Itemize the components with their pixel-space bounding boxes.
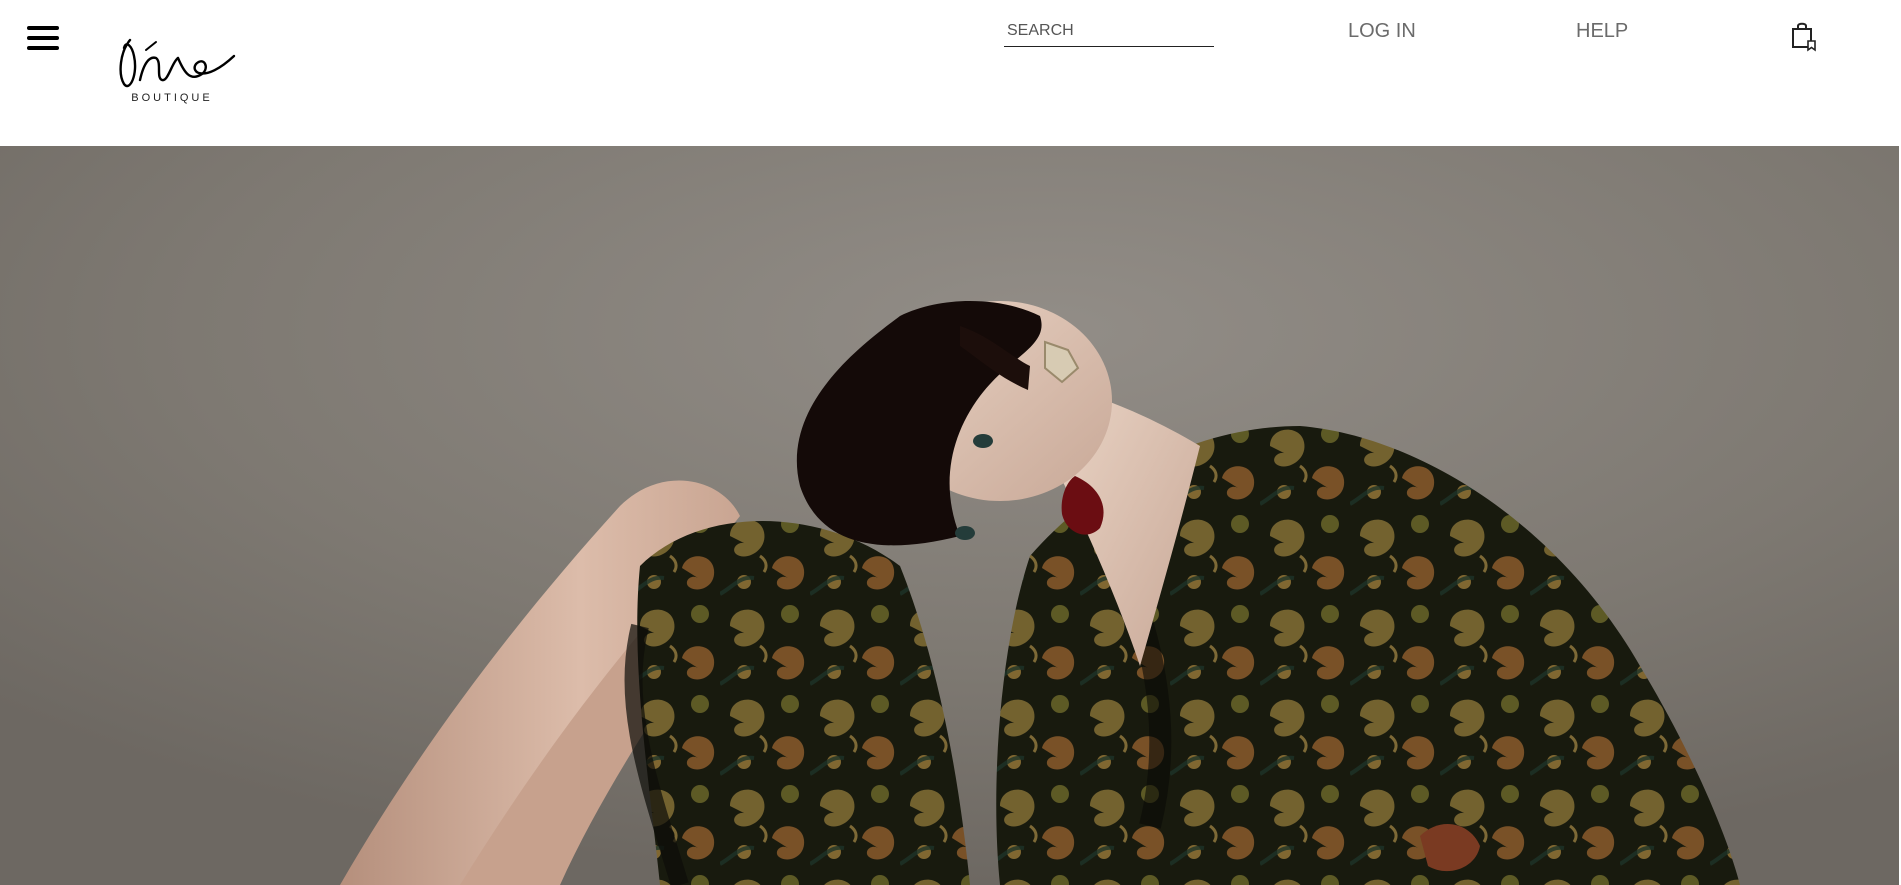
login-link[interactable]: LOG IN [1348, 20, 1416, 43]
search-field [1004, 18, 1214, 47]
search-input[interactable] [1004, 18, 1210, 44]
logo-script [119, 38, 236, 88]
menu-line [27, 36, 59, 40]
help-link[interactable]: HELP [1576, 20, 1628, 43]
page: BOUTIQUE LOG IN HELP [0, 0, 1901, 885]
hero-banner[interactable] [0, 146, 1901, 885]
menu-line [27, 26, 59, 30]
site-header: BOUTIQUE LOG IN HELP [0, 0, 1901, 146]
hero-model-image [0, 146, 1901, 885]
brand-logo[interactable]: BOUTIQUE [112, 22, 242, 110]
menu-line [27, 46, 59, 50]
shopping-bag-icon[interactable] [1790, 20, 1818, 52]
logo-subtitle: BOUTIQUE [131, 92, 213, 104]
hamburger-menu-icon[interactable] [24, 22, 64, 58]
